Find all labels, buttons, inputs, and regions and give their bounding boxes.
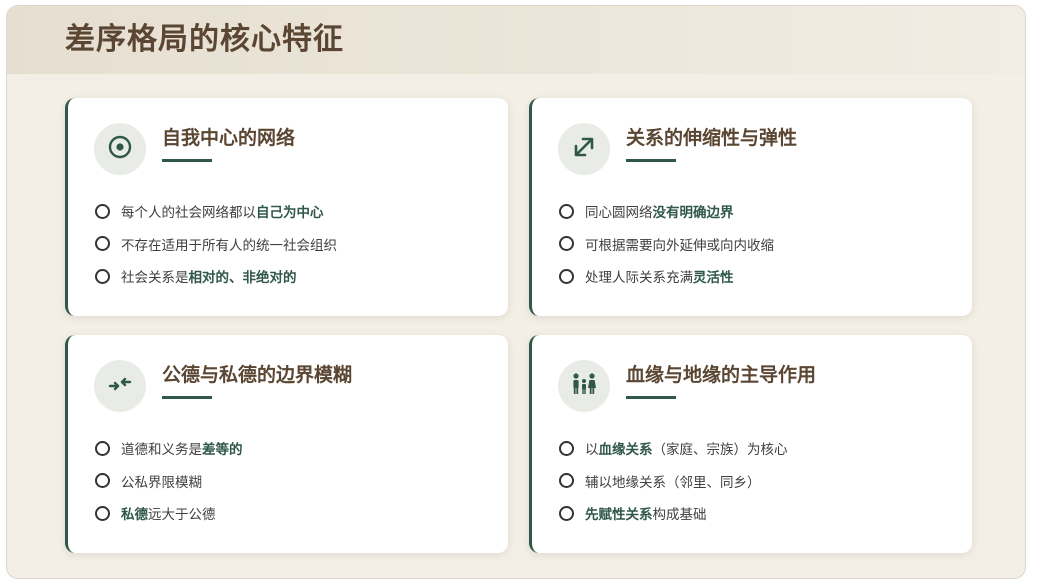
item-text: 同心圆网络 xyxy=(585,205,653,222)
circle-bullet-icon xyxy=(95,505,110,521)
title-underline xyxy=(162,396,212,399)
target-icon xyxy=(107,134,133,164)
item-highlight: 差等的 xyxy=(202,442,243,459)
card-self-centered-network: 自我中心的网络 每个人的社会网络都以 自己为中心 不存在适用于所有人的统一社会组织… xyxy=(65,98,508,316)
card-relationship-elasticity: 关系的伸缩性与弹性 同心圆网络 没有明确边界 可根据需要向外延伸或向内收缩 处理人… xyxy=(529,98,972,316)
title-underline xyxy=(626,396,676,399)
feature-list: 道德和义务是 差等的 公私界限模糊 私德 远大于公德 xyxy=(95,432,243,530)
list-item: 社会关系是 相对的、非绝对的 xyxy=(95,260,337,293)
circle-bullet-icon xyxy=(559,440,574,456)
item-highlight: 私德 xyxy=(121,507,148,524)
expand-arrows-icon xyxy=(571,134,597,164)
item-text: 处理人际关系充满 xyxy=(585,270,693,287)
card-title: 公德与私德的边界模糊 xyxy=(162,364,353,386)
circle-bullet-icon xyxy=(559,203,574,219)
card-kinship-locality: 血缘与地缘的主导作用 以血缘关系 （家庭、宗族）为核心 辅以地缘关系（邻里、同乡）… xyxy=(529,335,972,553)
list-item: 以血缘关系 （家庭、宗族）为核心 xyxy=(559,432,788,465)
item-highlight: 没有明确边界 xyxy=(652,205,734,222)
card-public-private-morality: 公德与私德的边界模糊 道德和义务是 差等的 公私界限模糊 私德 远大于公德 xyxy=(65,335,508,553)
family-icon xyxy=(570,371,598,401)
list-item: 先赋性关系 构成基础 xyxy=(559,497,788,530)
item-text: 不存在适用于所有人的统一社会组织 xyxy=(121,237,337,254)
item-text: 每个人的社会网络都以 xyxy=(121,205,256,222)
item-text: 以 xyxy=(585,442,599,459)
title-underline xyxy=(626,159,676,162)
feature-list: 以血缘关系 （家庭、宗族）为核心 辅以地缘关系（邻里、同乡） 先赋性关系 构成基础 xyxy=(559,432,788,530)
item-text: 构成基础 xyxy=(652,507,707,524)
circle-bullet-icon xyxy=(559,473,574,489)
compress-arrows-icon xyxy=(107,371,133,401)
list-item: 公私界限模糊 xyxy=(95,465,243,498)
list-item: 每个人的社会网络都以 自己为中心 xyxy=(95,195,337,228)
page-title: 差序格局的核心特征 xyxy=(65,22,344,57)
icon-badge xyxy=(558,123,610,175)
circle-bullet-icon xyxy=(95,268,110,284)
circle-bullet-icon xyxy=(559,505,574,521)
item-text: 道德和义务是 xyxy=(121,442,202,459)
circle-bullet-icon xyxy=(559,236,574,252)
item-text: 社会关系是 xyxy=(121,270,189,287)
item-text: （家庭、宗族）为核心 xyxy=(652,442,788,459)
card-title: 关系的伸缩性与弹性 xyxy=(626,127,798,149)
list-item: 辅以地缘关系（邻里、同乡） xyxy=(559,465,788,498)
circle-bullet-icon xyxy=(95,236,110,252)
feature-list: 同心圆网络 没有明确边界 可根据需要向外延伸或向内收缩 处理人际关系充满 灵活性 xyxy=(559,195,774,293)
circle-bullet-icon xyxy=(559,268,574,284)
list-item: 不存在适用于所有人的统一社会组织 xyxy=(95,228,337,261)
list-item: 同心圆网络 没有明确边界 xyxy=(559,195,774,228)
item-text: 公私界限模糊 xyxy=(121,474,202,491)
icon-badge xyxy=(94,360,146,412)
circle-bullet-icon xyxy=(95,440,110,456)
icon-badge xyxy=(94,123,146,175)
item-text: 远大于公德 xyxy=(148,507,216,524)
item-text: 可根据需要向外延伸或向内收缩 xyxy=(585,237,774,254)
item-highlight: 相对的、非绝对的 xyxy=(188,270,297,287)
item-text: 辅以地缘关系（邻里、同乡） xyxy=(585,474,761,491)
title-underline xyxy=(162,159,212,162)
circle-bullet-icon xyxy=(95,203,110,219)
infographic-panel: 差序格局的核心特征 自我中心的网络 每个人的社会网络都以 自己为中心 不存在适用于… xyxy=(6,5,1026,579)
card-title: 血缘与地缘的主导作用 xyxy=(626,364,817,386)
list-item: 私德 远大于公德 xyxy=(95,497,243,530)
item-highlight: 血缘关系 xyxy=(598,442,653,459)
list-item: 可根据需要向外延伸或向内收缩 xyxy=(559,228,774,261)
header-band: 差序格局的核心特征 xyxy=(7,6,1025,74)
item-highlight: 先赋性关系 xyxy=(585,507,653,524)
feature-list: 每个人的社会网络都以 自己为中心 不存在适用于所有人的统一社会组织 社会关系是 相对… xyxy=(95,195,337,293)
item-highlight: 灵活性 xyxy=(693,270,734,287)
list-item: 处理人际关系充满 灵活性 xyxy=(559,260,774,293)
icon-badge xyxy=(558,360,610,412)
circle-bullet-icon xyxy=(95,473,110,489)
card-title: 自我中心的网络 xyxy=(162,127,296,149)
list-item: 道德和义务是 差等的 xyxy=(95,432,243,465)
item-highlight: 自己为中心 xyxy=(256,205,324,222)
